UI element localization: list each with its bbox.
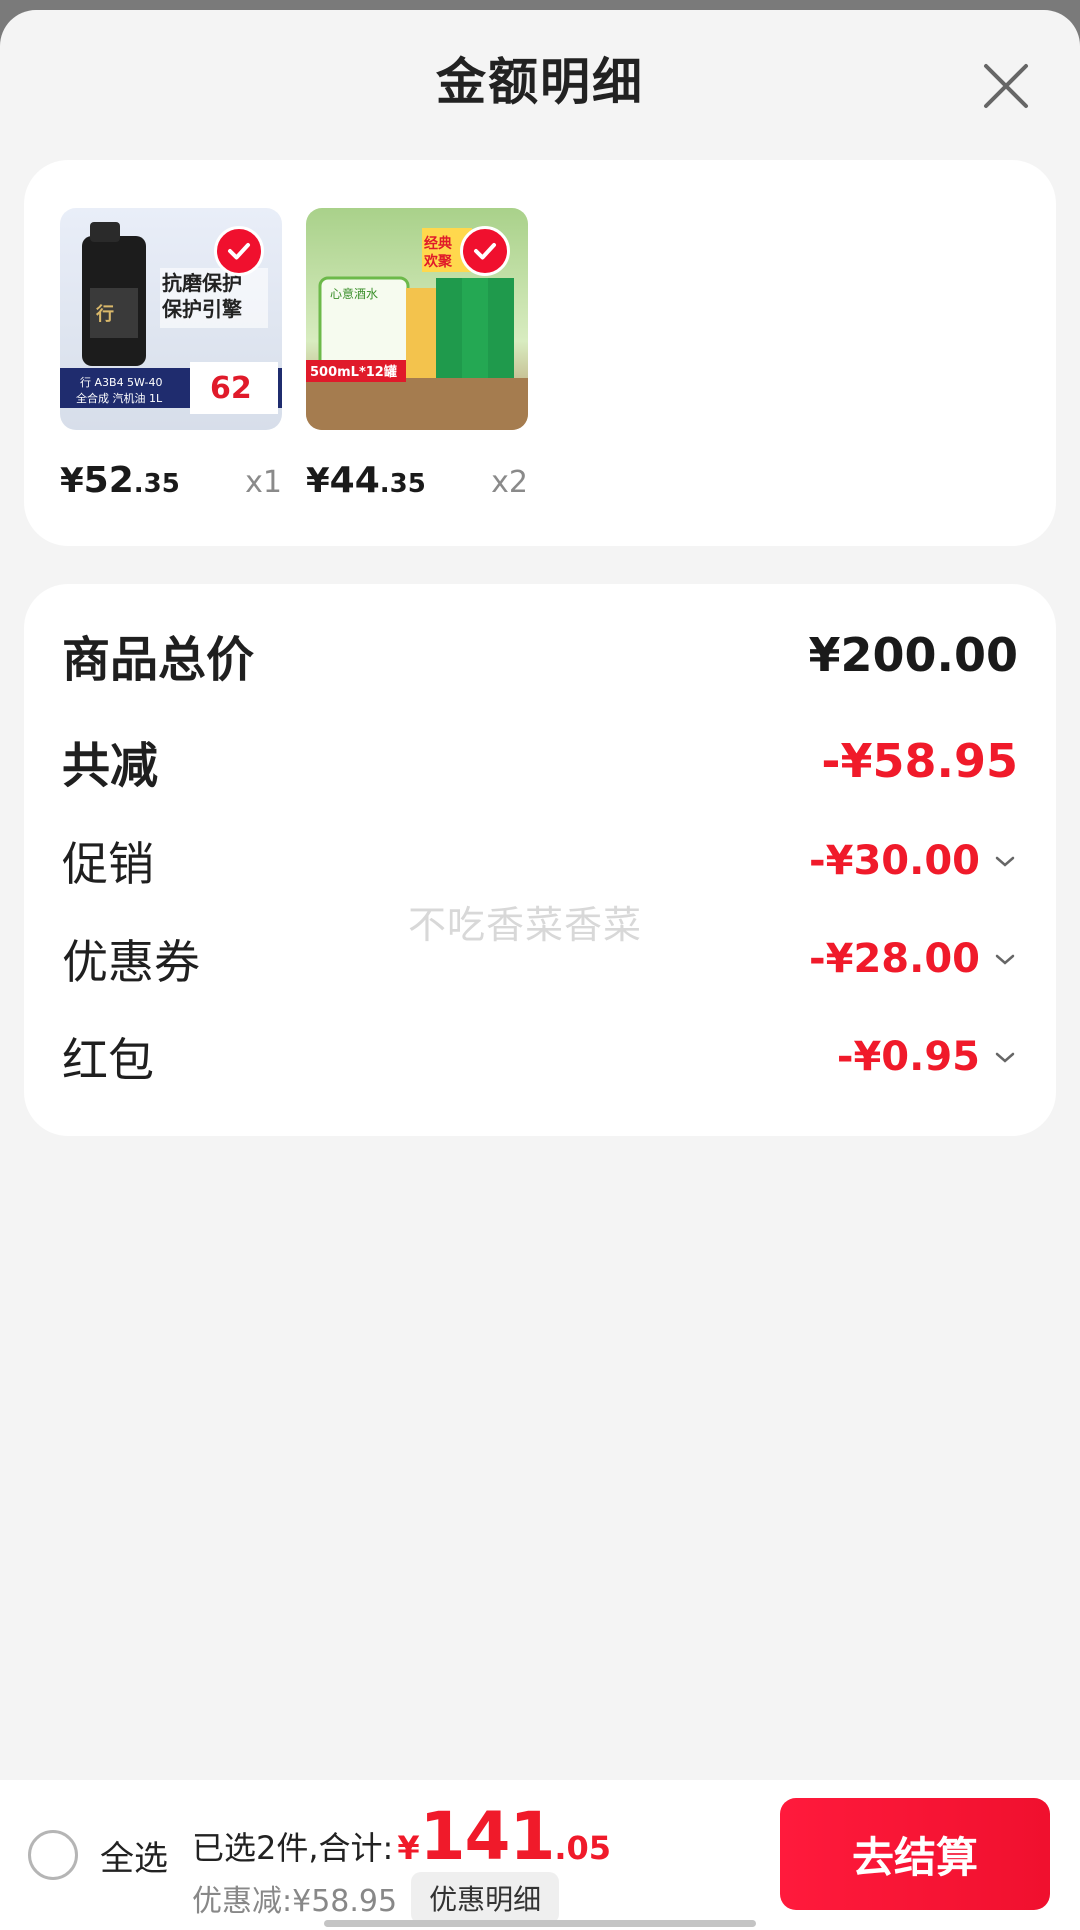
svg-text:经典: 经典 [424, 235, 452, 252]
checkout-bar: 全选 已选2件,合计: ¥ 141 .05 优惠减:¥58.95 优惠明细 去结… [0, 1780, 1080, 1930]
product-quantity: x2 [491, 465, 528, 500]
promotion-label: 促销 [62, 837, 154, 891]
selected-summary: 已选2件,合计: ¥ 141 .05 [192, 1798, 611, 1875]
discount-summary: 优惠减:¥58.95 优惠明细 [192, 1872, 560, 1924]
amount-detail-sheet: 金额明细 行 抗磨保护 保护引擎 行 A3B4 5W-40 全合成 汽机油 1L… [0, 10, 1080, 1930]
red-packet-row[interactable]: 红包 -¥0.95 [62, 1024, 1018, 1090]
red-packet-value: -¥0.95 [837, 1034, 1018, 1080]
coupon-value: -¥28.00 [809, 936, 1018, 982]
promotion-value: -¥30.00 [809, 838, 1018, 884]
sheet-header: 金额明细 [0, 10, 1080, 160]
total-reduction-label: 共减 [62, 738, 159, 794]
price-summary-card: 商品总价 ¥200.00 共减 -¥58.95 促销 -¥30.00 优惠券 -… [24, 584, 1056, 1136]
product-thumbnail: 行 抗磨保护 保护引擎 行 A3B4 5W-40 全合成 汽机油 1L 62 [60, 208, 282, 430]
select-all-toggle[interactable]: 全选 [28, 1830, 168, 1880]
home-indicator [324, 1920, 756, 1927]
select-all-label: 全选 [100, 1838, 168, 1879]
total-price-row: 商品总价 ¥200.00 [62, 620, 1018, 690]
total-reduction-row: 共减 -¥58.95 [62, 726, 1018, 796]
product-quantity: x1 [245, 465, 282, 500]
product-list-card: 行 抗磨保护 保护引擎 行 A3B4 5W-40 全合成 汽机油 1L 62 ¥… [24, 160, 1056, 546]
selected-count-text: 已选2件,合计: [192, 1829, 394, 1867]
svg-text:保护引擎: 保护引擎 [161, 297, 242, 321]
close-icon[interactable] [976, 56, 1036, 116]
product-price-row: ¥44.35 x2 [306, 460, 528, 501]
check-icon [214, 226, 264, 276]
svg-text:行 A3B4 5W-40: 行 A3B4 5W-40 [80, 376, 162, 389]
watermark-text: 不吃香菜香菜 [408, 903, 643, 947]
svg-text:62: 62 [210, 371, 252, 406]
svg-text:全合成 汽机油 1L: 全合成 汽机油 1L [76, 391, 163, 405]
product-thumbnail: 心意酒水 500mL*12罐 经典 欢聚 [306, 208, 528, 430]
total-reduction-value: -¥58.95 [821, 734, 1018, 788]
chevron-down-icon [995, 954, 1015, 965]
promotion-row[interactable]: 促销 -¥30.00 [62, 828, 1018, 894]
discount-detail-button[interactable]: 优惠明细 [411, 1872, 560, 1924]
check-icon [460, 226, 510, 276]
total-price-value: ¥200.00 [808, 628, 1018, 682]
sheet-title: 金额明细 [436, 53, 644, 111]
svg-text:500mL*12罐: 500mL*12罐 [310, 364, 397, 380]
product-item[interactable]: 行 抗磨保护 保护引擎 行 A3B4 5W-40 全合成 汽机油 1L 62 ¥… [60, 208, 282, 501]
chevron-down-icon [995, 1052, 1015, 1063]
svg-text:心意酒水: 心意酒水 [330, 286, 378, 301]
product-price: ¥44.35 [306, 460, 426, 501]
svg-text:欢聚: 欢聚 [423, 253, 453, 270]
red-packet-label: 红包 [62, 1033, 154, 1087]
chevron-down-icon [995, 856, 1015, 867]
discount-text: 优惠减:¥58.95 [192, 1884, 398, 1919]
svg-text:行: 行 [95, 303, 114, 325]
sum-currency: ¥ [397, 1829, 420, 1867]
checkout-button[interactable]: 去结算 [780, 1798, 1050, 1910]
radio-icon[interactable] [28, 1830, 78, 1880]
coupon-label: 优惠券 [62, 935, 200, 989]
product-price: ¥52.35 [60, 460, 180, 501]
total-price-label: 商品总价 [62, 632, 255, 688]
product-item[interactable]: 心意酒水 500mL*12罐 经典 欢聚 ¥44.35 x2 [306, 208, 528, 501]
sum-integer: 141 [419, 1798, 556, 1875]
sum-decimal: .05 [554, 1829, 612, 1867]
product-price-row: ¥52.35 x1 [60, 460, 282, 501]
